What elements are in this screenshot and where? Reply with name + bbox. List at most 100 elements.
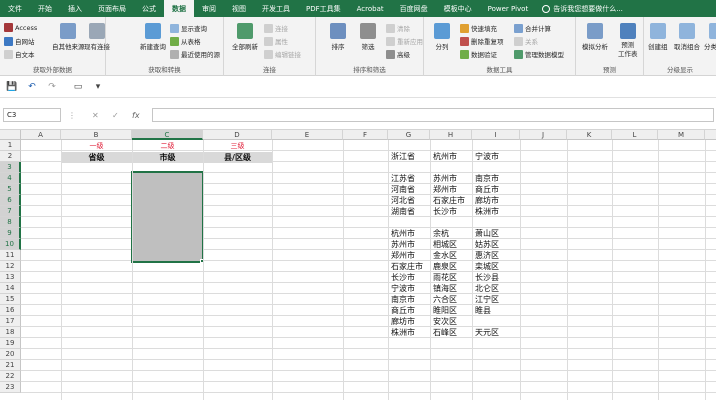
remove-duplicates-button[interactable]: 删除重复项 xyxy=(460,36,504,46)
cell-I6[interactable]: 廊坊市 xyxy=(475,195,499,206)
row-header-3[interactable]: 3 xyxy=(0,162,21,173)
cell-H4[interactable]: 苏州市 xyxy=(433,173,457,184)
row-header-18[interactable]: 18 xyxy=(0,327,21,338)
access-button[interactable]: Access xyxy=(4,23,37,32)
column-header-C[interactable]: C xyxy=(132,130,203,140)
edit-links-button[interactable]: 编辑链接 xyxy=(264,49,301,59)
show-queries-button[interactable]: 显示查询 xyxy=(170,23,207,33)
tab-1[interactable]: 开始 xyxy=(30,0,60,17)
redo-icon[interactable]: ↷ xyxy=(46,81,58,93)
refresh-all-button[interactable]: 全部刷新 xyxy=(232,23,258,51)
tab-0[interactable]: 文件 xyxy=(0,0,30,17)
header-province[interactable]: 省级 xyxy=(61,152,132,163)
new-query-button[interactable]: 新建查询 xyxy=(140,23,166,51)
recent-sources-button[interactable]: 最近使用的源 xyxy=(170,49,220,59)
tab-10[interactable]: Acrobat xyxy=(349,0,392,17)
header-city[interactable]: 市级 xyxy=(132,152,203,163)
row-header-14[interactable]: 14 xyxy=(0,283,21,294)
cell-H15[interactable]: 六合区 xyxy=(433,294,457,305)
cell-G2[interactable]: 浙江省 xyxy=(391,151,415,162)
select-all-button[interactable] xyxy=(0,130,21,140)
row-header-6[interactable]: 6 xyxy=(0,195,21,206)
from-web-button[interactable]: 自网站 xyxy=(4,36,35,46)
row-header-21[interactable]: 21 xyxy=(0,360,21,371)
cell-G9[interactable]: 杭州市 xyxy=(391,228,415,239)
row-header-9[interactable]: 9 xyxy=(0,228,21,239)
tell-me-box[interactable]: 告诉我您想要做什么... xyxy=(542,0,623,17)
save-icon[interactable]: 💾 xyxy=(6,81,18,93)
name-box[interactable]: C3 xyxy=(3,108,61,122)
cell-H6[interactable]: 石家庄市 xyxy=(433,195,465,206)
from-text-button[interactable]: 自文本 xyxy=(4,49,35,59)
level-label-d[interactable]: 三级 xyxy=(203,141,272,152)
cell-H18[interactable]: 石峰区 xyxy=(433,327,457,338)
column-header-A[interactable]: A xyxy=(21,130,61,140)
row-header-22[interactable]: 22 xyxy=(0,371,21,382)
cell-I7[interactable]: 株洲市 xyxy=(475,206,499,217)
cell-I11[interactable]: 惠济区 xyxy=(475,250,499,261)
column-header-J[interactable]: J xyxy=(520,130,567,140)
level-label-c[interactable]: 二级 xyxy=(132,141,203,152)
flash-fill-button[interactable]: 快速填充 xyxy=(460,23,497,33)
column-header-F[interactable]: F xyxy=(343,130,388,140)
tab-3[interactable]: 页面布局 xyxy=(90,0,134,17)
tab-13[interactable]: Power Pivot xyxy=(480,0,537,17)
row-header-15[interactable]: 15 xyxy=(0,294,21,305)
cancel-icon[interactable]: ✕ xyxy=(92,108,99,122)
cell-G18[interactable]: 株洲市 xyxy=(391,327,415,338)
manage-data-model-button[interactable]: 管理数据模型 xyxy=(514,49,564,59)
ungroup-button[interactable]: 取消组合 xyxy=(674,23,700,51)
column-header-M[interactable]: M xyxy=(658,130,705,140)
column-header-N[interactable]: N xyxy=(705,130,716,140)
sort-button[interactable]: 排序 xyxy=(330,23,346,51)
cell-H14[interactable]: 镇海区 xyxy=(433,283,457,294)
row-header-8[interactable]: 8 xyxy=(0,217,21,228)
selected-range[interactable] xyxy=(131,171,204,263)
other-sources-button[interactable]: 自其他来源 xyxy=(52,23,85,51)
subtotal-button[interactable]: 分类汇总 xyxy=(704,23,716,51)
row-header-11[interactable]: 11 xyxy=(0,250,21,261)
row-header-5[interactable]: 5 xyxy=(0,184,21,195)
column-header-L[interactable]: L xyxy=(612,130,658,140)
filter-button[interactable]: 筛选 xyxy=(360,23,376,51)
row-header-13[interactable]: 13 xyxy=(0,272,21,283)
column-header-E[interactable]: E xyxy=(272,130,343,140)
tab-12[interactable]: 模板中心 xyxy=(436,0,480,17)
more-icon[interactable]: ▾ xyxy=(92,81,104,93)
level-label-b[interactable]: 一级 xyxy=(61,141,132,152)
column-header-I[interactable]: I xyxy=(472,130,520,140)
cell-G5[interactable]: 河南省 xyxy=(391,184,415,195)
cell-G15[interactable]: 南京市 xyxy=(391,294,415,305)
column-header-H[interactable]: H xyxy=(430,130,472,140)
row-header-20[interactable]: 20 xyxy=(0,349,21,360)
cell-I2[interactable]: 宁波市 xyxy=(475,151,499,162)
cell-H7[interactable]: 长沙市 xyxy=(433,206,457,217)
cell-I5[interactable]: 商丘市 xyxy=(475,184,499,195)
group-button[interactable]: 创建组 xyxy=(648,23,668,51)
cell-G13[interactable]: 长沙市 xyxy=(391,272,415,283)
cell-H16[interactable]: 睢阳区 xyxy=(433,305,457,316)
text-to-columns-button[interactable]: 分列 xyxy=(434,23,450,51)
formula-input[interactable] xyxy=(152,108,714,122)
tab-6[interactable]: 审阅 xyxy=(194,0,224,17)
cell-I9[interactable]: 萧山区 xyxy=(475,228,499,239)
column-header-D[interactable]: D xyxy=(203,130,272,140)
row-header-1[interactable]: 1 xyxy=(0,140,21,151)
row-header-23[interactable]: 23 xyxy=(0,382,21,393)
data-validation-button[interactable]: 数据验证 xyxy=(460,49,497,59)
cell-G16[interactable]: 商丘市 xyxy=(391,305,415,316)
row-header-10[interactable]: 10 xyxy=(0,239,21,250)
cell-I10[interactable]: 姑苏区 xyxy=(475,239,499,250)
tab-2[interactable]: 插入 xyxy=(60,0,90,17)
cell-I4[interactable]: 南京市 xyxy=(475,173,499,184)
cell-G4[interactable]: 江苏省 xyxy=(391,173,415,184)
relationships-button[interactable]: 关系 xyxy=(514,36,538,46)
undo-icon[interactable]: ↶ xyxy=(26,81,38,93)
cell-I14[interactable]: 北仑区 xyxy=(475,283,499,294)
cell-H11[interactable]: 金水区 xyxy=(433,250,457,261)
cell-G12[interactable]: 石家庄市 xyxy=(391,261,423,272)
cell-H2[interactable]: 杭州市 xyxy=(433,151,457,162)
cell-H5[interactable]: 郑州市 xyxy=(433,184,457,195)
clear-button[interactable]: 清除 xyxy=(386,23,410,33)
row-header-12[interactable]: 12 xyxy=(0,261,21,272)
